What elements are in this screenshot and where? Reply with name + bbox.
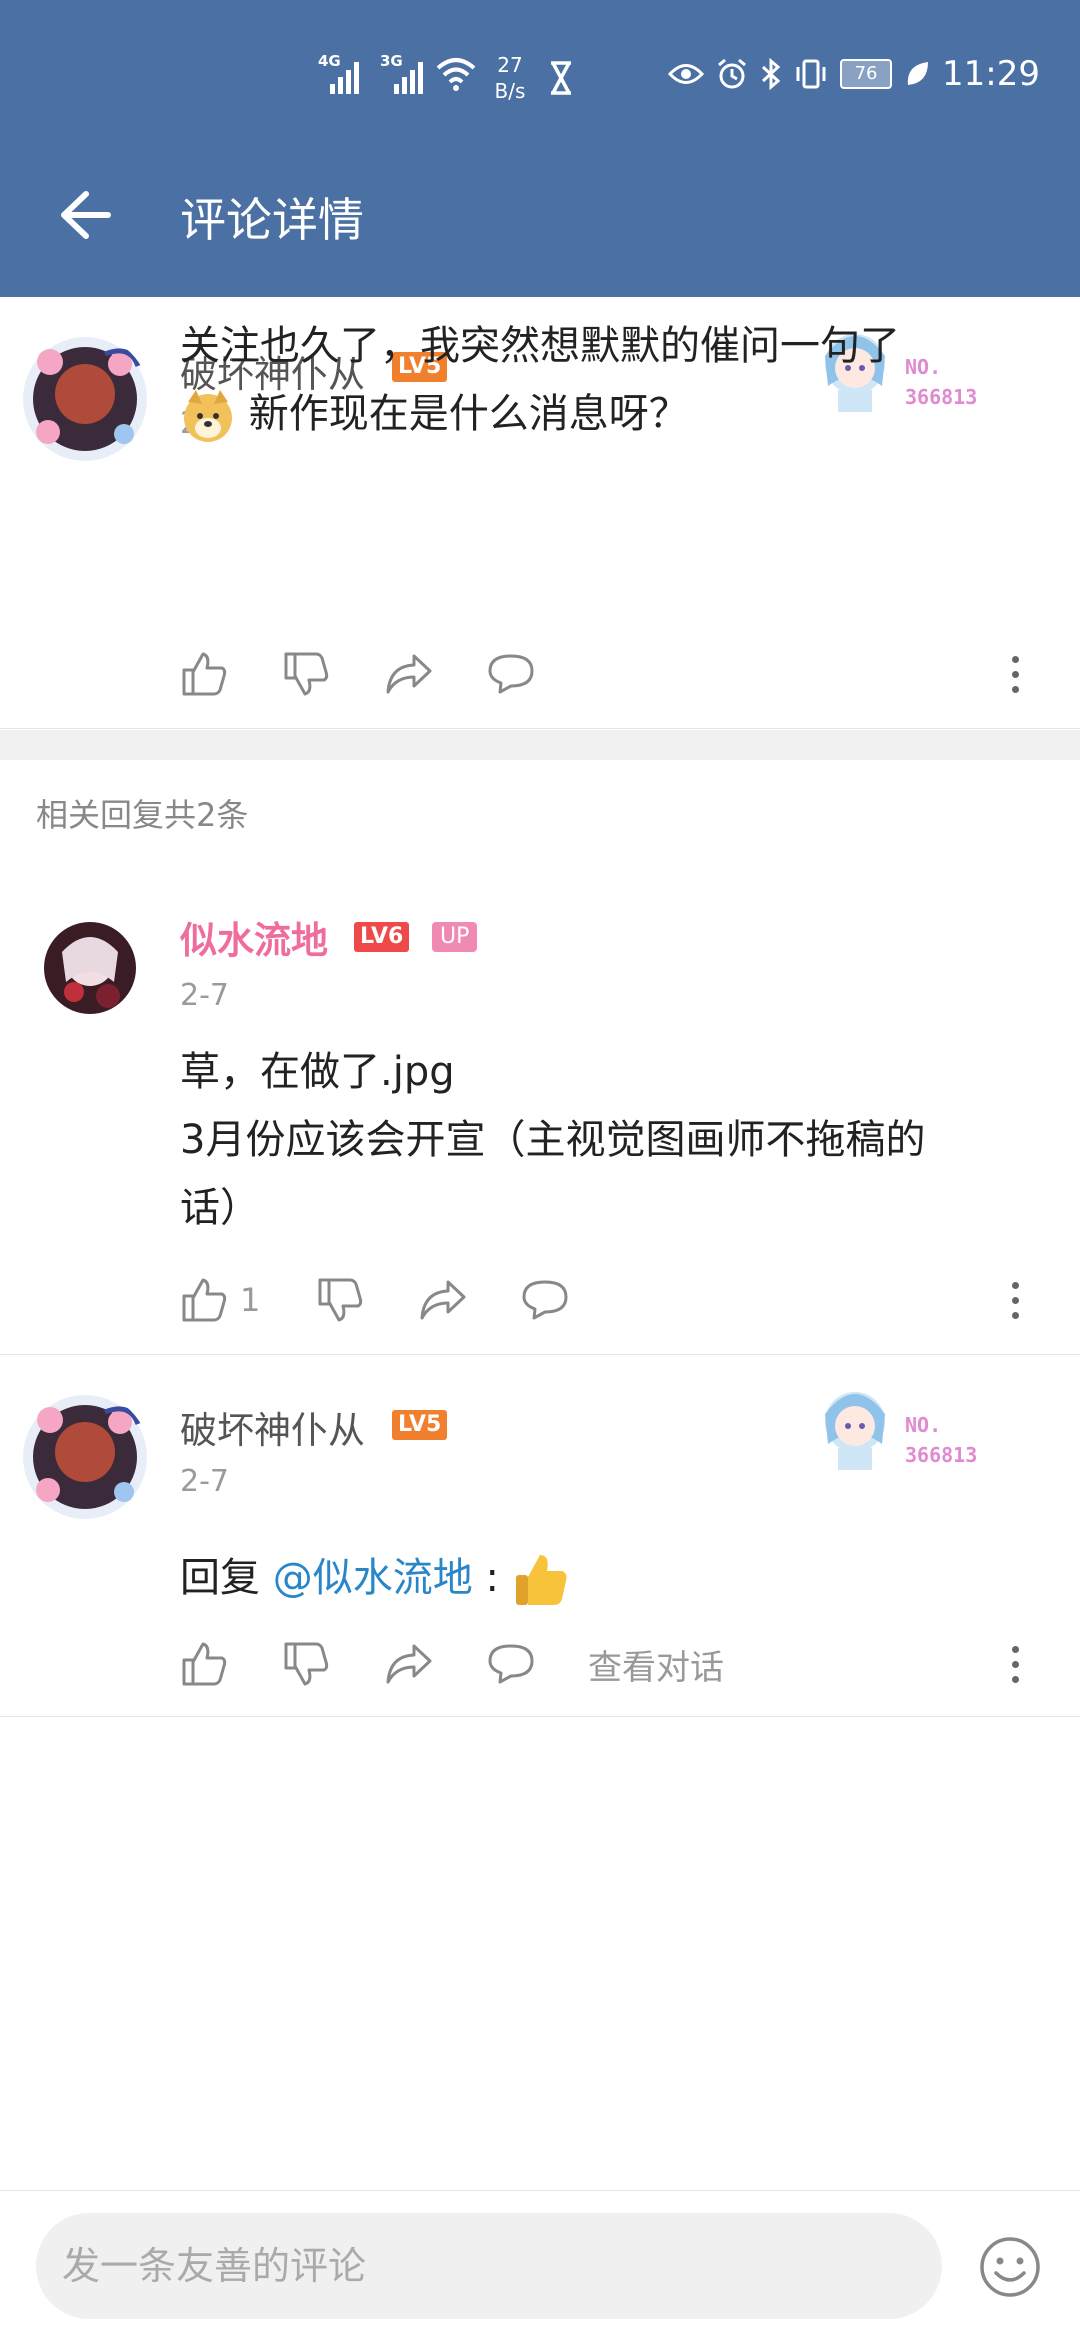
thumbs-up-icon xyxy=(182,1642,227,1686)
dislike-button[interactable] xyxy=(316,1276,418,1324)
like-button[interactable] xyxy=(180,650,282,698)
comment-date: 2-7 xyxy=(180,978,229,1013)
thumbs-up-icon xyxy=(182,652,227,696)
thumbs-up-emoji-icon xyxy=(515,1555,567,1605)
share-icon xyxy=(386,654,432,694)
fan-number: NO. 366813 xyxy=(905,1410,977,1470)
comment-line-2-text: 新作现在是什么消息呀？ xyxy=(248,391,689,437)
comment-composer xyxy=(0,2190,1080,2340)
like-button[interactable] xyxy=(180,1640,282,1688)
reply-button[interactable] xyxy=(486,1642,588,1686)
share-icon xyxy=(420,1280,466,1320)
avatar[interactable] xyxy=(44,922,136,1014)
divider xyxy=(0,728,1080,729)
hourglass-icon xyxy=(551,61,571,95)
signal-icon-2 xyxy=(394,60,423,94)
status-icons-right: 76 11:29 xyxy=(668,54,1040,94)
thumbs-up-icon xyxy=(182,1278,227,1322)
thumbs-down-icon xyxy=(318,1278,363,1322)
more-options-icon[interactable] xyxy=(1000,644,1030,704)
leaf-icon xyxy=(907,62,929,85)
avatar-image xyxy=(44,922,136,1014)
thumbs-down-icon xyxy=(284,1642,329,1686)
reply-line-3: 话） xyxy=(180,1185,260,1231)
reply-button[interactable] xyxy=(486,652,588,696)
status-bar: 4G 3G 27 B/s 76 11:29 xyxy=(0,40,1080,120)
network-speed: 27 B/s xyxy=(490,52,530,104)
reply-actions: 1 xyxy=(180,1270,622,1330)
doge-emoji-icon xyxy=(184,390,232,442)
main-comment-actions xyxy=(180,644,588,704)
avatar[interactable] xyxy=(20,334,150,464)
comment-input[interactable] xyxy=(36,2213,942,2319)
divider xyxy=(0,1716,1080,1717)
up-badge: UP xyxy=(432,922,478,952)
page-title: 评论详情 xyxy=(180,193,364,247)
reply-prefix: 回复 xyxy=(180,1555,260,1601)
more-options-icon[interactable] xyxy=(1000,1634,1030,1694)
reply-colon: : xyxy=(485,1555,499,1601)
main-comment-text: 关注也久了，我突然想默默的催问一句了 新作现在是什么消息呀？ xyxy=(180,312,1040,448)
wifi-icon xyxy=(436,58,476,91)
share-button[interactable] xyxy=(384,1642,486,1686)
thumbs-down-icon xyxy=(284,652,329,696)
section-gap xyxy=(0,730,1080,760)
reply-text: 草，在做了.jpg 3月份应该会开宣（主视觉图画师不拖稿的 话） xyxy=(180,1038,1040,1242)
avatar-image xyxy=(23,1395,147,1519)
comment-line-2: 新作现在是什么消息呀？ xyxy=(180,380,1040,448)
like-count: 1 xyxy=(240,1281,261,1319)
speed-unit: B/s xyxy=(494,79,526,103)
view-conversation-link[interactable]: 查看对话 xyxy=(588,1640,724,1689)
comment-date: 2-7 xyxy=(180,1464,229,1499)
divider xyxy=(0,1354,1080,1355)
avatar[interactable] xyxy=(20,1392,150,1522)
share-button[interactable] xyxy=(384,652,486,696)
level-badge: LV6 xyxy=(354,922,410,952)
level-badge: LV5 xyxy=(392,1410,448,1440)
reply-actions: 查看对话 xyxy=(180,1634,724,1694)
share-icon xyxy=(386,1644,432,1684)
title-bar: 评论详情 xyxy=(0,170,1080,260)
username[interactable]: 破坏神仆从 xyxy=(180,1400,365,1454)
app-root: 4G 3G 27 B/s 76 11:29 评论详情 破坏神仆从 LV5 NO.… xyxy=(0,0,1080,2340)
avatar-image xyxy=(23,337,147,461)
reply-text: 回复 @似水流地 : xyxy=(180,1544,1040,1612)
alarm-icon xyxy=(718,58,746,89)
fan-number-label: NO. xyxy=(905,1413,942,1437)
battery-indicator: 76 xyxy=(840,59,893,89)
reply-button[interactable] xyxy=(520,1278,622,1322)
comment-bubble-icon xyxy=(522,1280,568,1320)
dislike-button[interactable] xyxy=(282,1640,384,1688)
eye-icon xyxy=(668,64,705,84)
clock: 11:29 xyxy=(942,54,1040,94)
speed-value: 27 xyxy=(497,53,523,77)
comment-bubble-icon xyxy=(488,654,534,694)
user-mention-link[interactable]: @似水流地 xyxy=(273,1555,473,1601)
more-options-icon[interactable] xyxy=(1000,1270,1030,1330)
related-replies-count: 相关回复共2条 xyxy=(36,796,249,834)
signal-icon xyxy=(330,60,359,94)
comment-line-1: 关注也久了，我突然想默默的催问一句了 xyxy=(180,323,900,369)
reply-line-2: 3月份应该会开宣（主视觉图画师不拖稿的 xyxy=(180,1117,926,1163)
like-button[interactable]: 1 xyxy=(180,1276,316,1324)
fan-badge-icon xyxy=(825,1392,885,1470)
back-arrow-icon[interactable] xyxy=(58,190,112,240)
comment-bubble-icon xyxy=(488,1644,534,1684)
emoji-picker-icon[interactable] xyxy=(978,2235,1042,2299)
top-bar: 4G 3G 27 B/s 76 11:29 评论详情 xyxy=(0,0,1080,297)
share-button[interactable] xyxy=(418,1278,520,1322)
vibrate-icon xyxy=(796,59,826,89)
bluetooth-icon xyxy=(761,58,781,90)
username[interactable]: 似水流地 xyxy=(180,910,328,964)
fan-number-value: 366813 xyxy=(905,1443,978,1467)
reply-line-1: 草，在做了.jpg xyxy=(180,1049,455,1095)
dislike-button[interactable] xyxy=(282,650,384,698)
